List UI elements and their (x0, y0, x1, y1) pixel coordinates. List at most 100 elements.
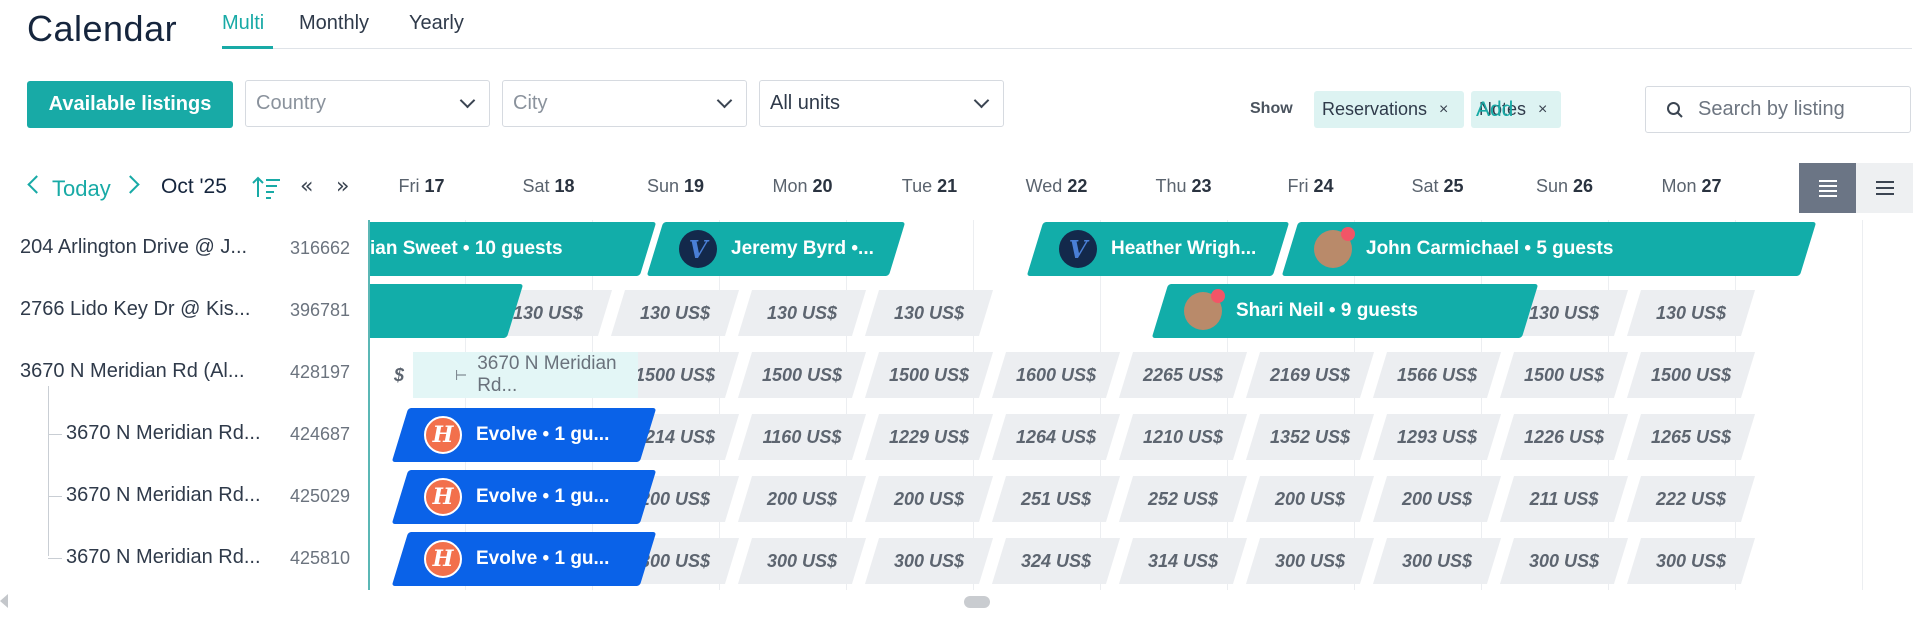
price-label: 2265 US$ (1142, 364, 1224, 385)
reservation-text: Evolve • 1 gu... (476, 486, 610, 507)
sort-icon[interactable] (252, 175, 282, 201)
day-of-week: Wed (1025, 176, 1063, 196)
price-label-partial: $ (393, 364, 404, 385)
reservation-label: V Heather Wrigh... (1059, 222, 1261, 276)
day-header: Fri 24 (1247, 176, 1374, 197)
close-icon[interactable]: × (1538, 101, 1547, 119)
price-label: 222 US$ (1655, 488, 1727, 509)
price-label: 314 US$ (1147, 550, 1219, 571)
double-chevron-right-icon[interactable]: » (336, 174, 349, 199)
homeaway-logo-icon: H (424, 540, 462, 578)
search-icon (1667, 101, 1683, 118)
chevron-down-icon (716, 92, 733, 109)
tree-branch (48, 434, 62, 435)
page-title: Calendar (27, 8, 178, 49)
day-header: Fri 17 (358, 176, 485, 197)
listing-name[interactable]: 3670 N Meridian Rd... (66, 546, 261, 569)
city-select[interactable]: City (502, 80, 747, 127)
tab-monthly[interactable]: Monthly (299, 12, 369, 35)
day-number: 19 (684, 176, 705, 196)
city-select-value: City (513, 92, 548, 114)
reservation-label: H Evolve • 1 gu... (424, 470, 628, 524)
price-label: 1210 US$ (1142, 426, 1224, 447)
note-label: 3670 N Meridian Rd... (477, 353, 617, 396)
homeaway-logo-icon: H (424, 478, 462, 516)
reservation-label: John Carmichael • 5 guests (1314, 222, 1788, 276)
tab-yearly[interactable]: Yearly (409, 12, 464, 35)
price-label: 200 US$ (1274, 488, 1346, 509)
today-button[interactable]: Today (52, 176, 111, 202)
price-label: 300 US$ (766, 550, 838, 571)
day-number: 17 (424, 176, 445, 196)
day-number: 18 (554, 176, 575, 196)
day-number: 26 (1573, 176, 1594, 196)
price-label: 130 US$ (639, 302, 711, 323)
reservation-text: Shari Neil • 9 guests (1236, 300, 1418, 321)
homeaway-logo-icon: H (424, 416, 462, 454)
country-select[interactable]: Country (245, 80, 490, 127)
reservation-text: John Carmichael • 5 guests (1366, 238, 1614, 259)
reservation-label (370, 284, 495, 338)
day-header: Sun 19 (612, 176, 739, 197)
chevron-down-icon (973, 92, 990, 109)
price-label: 1600 US$ (1015, 364, 1097, 385)
search-placeholder: Search by listing (1698, 98, 1845, 120)
price-label: 1500 US$ (1650, 364, 1732, 385)
price-label: 1293 US$ (1396, 426, 1478, 447)
note-block[interactable]: ⊢ 3670 N Meridian Rd... (413, 352, 638, 398)
chevron-down-icon (459, 92, 476, 109)
day-separator (1862, 220, 1863, 592)
day-number: 20 (812, 176, 833, 196)
search-input[interactable]: Search by listing (1645, 86, 1911, 133)
day-of-week: Mon (772, 176, 808, 196)
listing-name[interactable]: 204 Arlington Drive @ J... (20, 236, 247, 259)
day-number: 27 (1701, 176, 1722, 196)
units-select[interactable]: All units (759, 80, 1004, 127)
reservation-text: ian Sweet • 10 guests (370, 238, 563, 259)
list-view-button[interactable] (1856, 163, 1913, 213)
listing-name[interactable]: 3670 N Meridian Rd... (66, 484, 261, 507)
price-label: 211 US$ (1529, 488, 1599, 509)
price-label: 130 US$ (766, 302, 838, 323)
reservation-label: V Jeremy Byrd •... (679, 222, 877, 276)
reservation-label: Shari Neil • 9 guests (1184, 284, 1510, 338)
compact-view-button[interactable] (1799, 163, 1856, 213)
day-of-week: Fri (398, 176, 420, 196)
close-icon[interactable]: × (1439, 101, 1448, 119)
price-label: 251 US$ (1020, 488, 1092, 509)
current-month: Oct '25 (161, 175, 227, 198)
day-of-week: Fri (1287, 176, 1309, 196)
day-header: Mon 20 (739, 176, 866, 197)
day-number: 24 (1313, 176, 1334, 196)
listing-name[interactable]: 3670 N Meridian Rd... (66, 422, 261, 445)
chevron-right-icon[interactable] (121, 175, 140, 194)
price-label: 1265 US$ (1650, 426, 1732, 447)
price-label: 1229 US$ (888, 426, 970, 447)
price-label: 2169 US$ (1269, 364, 1351, 385)
day-of-week: Tue (901, 176, 933, 196)
reservation-text: Evolve • 1 gu... (476, 424, 610, 445)
tree-branch (48, 558, 62, 559)
available-listings-button[interactable]: Available listings (27, 81, 233, 128)
scrollbar-thumb[interactable] (964, 596, 990, 608)
chevron-left-icon[interactable] (27, 175, 46, 194)
day-header: Sat 25 (1374, 176, 1501, 197)
units-select-value: All units (770, 92, 841, 114)
price-label: 300 US$ (1274, 550, 1346, 571)
horizontal-scrollbar[interactable] (0, 590, 1921, 624)
price-label: 1160 US$ (762, 426, 842, 447)
double-chevron-left-icon[interactable]: « (300, 174, 313, 199)
scroll-left-arrow-icon[interactable] (0, 594, 8, 608)
day-header: Wed 22 (993, 176, 1120, 197)
reservation-text: Evolve • 1 gu... (476, 548, 610, 569)
price-label: 1500 US$ (888, 364, 970, 385)
day-number: 23 (1191, 176, 1212, 196)
tab-multi[interactable]: Multi (222, 12, 264, 35)
listing-name[interactable]: 3670 N Meridian Rd (Al... (20, 360, 245, 383)
reservation-label: H Evolve • 1 gu... (424, 408, 628, 462)
price-label: 324 US$ (1020, 550, 1092, 571)
listing-name[interactable]: 2766 Lido Key Dr @ Kis... (20, 298, 250, 321)
reservation-text: Heather Wrigh... (1111, 238, 1257, 259)
day-of-week: Sun (646, 176, 679, 196)
add-filter-link[interactable]: Add (1476, 98, 1513, 122)
